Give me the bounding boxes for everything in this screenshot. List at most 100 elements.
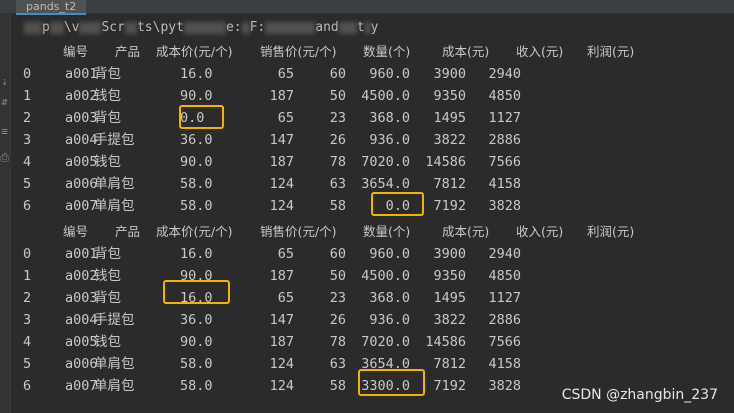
cell-price: 147	[269, 312, 294, 328]
path-fragment: and	[315, 20, 339, 35]
cell-id: a001	[65, 246, 98, 262]
cell-profit: 3828	[488, 378, 521, 394]
cell-total-cost: 7020.0	[361, 334, 410, 350]
cell-total-cost: 960.0	[369, 66, 410, 82]
cell-id: a004	[65, 132, 98, 148]
cell-product: 背包	[94, 246, 121, 262]
cell-profit: 1127	[488, 290, 521, 306]
cell-index: 3	[23, 132, 32, 148]
column-header: 成本价(元/个)	[156, 224, 233, 239]
cell-profit: 2940	[488, 66, 521, 82]
cell-price: 187	[269, 268, 294, 284]
cell-index: 0	[23, 66, 32, 82]
column-header: 数量(个)	[363, 224, 411, 239]
cell-income: 3900	[433, 246, 466, 262]
column-header: 收入(元)	[516, 44, 564, 59]
cell-qty: 63	[329, 176, 346, 192]
cell-income: 14586	[425, 154, 466, 170]
cell-index: 1	[23, 88, 32, 104]
redacted-segment	[364, 21, 371, 34]
cell-id: a003	[65, 290, 98, 306]
path-fragment: t	[356, 20, 365, 35]
column-header: 数量(个)	[363, 44, 411, 59]
cell-cost: 16.0	[180, 66, 213, 82]
cell-cost: 36.0	[180, 312, 213, 328]
cell-product: 手提包	[94, 312, 135, 328]
table-row: 4 a005 钱包 90.0 187 78 7020.0 14586 7566	[0, 331, 734, 353]
cell-id: a001	[65, 66, 98, 82]
path-fragment: ts\pyt	[136, 20, 184, 35]
cell-index: 5	[23, 356, 32, 372]
table-row: 6 a007 单肩包 58.0 124 58 0.0 7192 3828	[0, 195, 734, 217]
cell-price: 187	[269, 334, 294, 350]
cell-total-cost: 368.0	[369, 290, 410, 306]
table-row: 4 a005 钱包 90.0 187 78 7020.0 14586 7566	[0, 151, 734, 173]
cell-income: 3822	[433, 312, 466, 328]
column-header: 编号	[63, 224, 89, 239]
cell-profit: 4158	[488, 176, 521, 192]
cell-product: 钱包	[94, 154, 121, 170]
cell-profit: 7566	[488, 334, 521, 350]
table-row: 3 a004 手提包 36.0 147 26 936.0 3822 2886	[0, 129, 734, 151]
cell-product: 单肩包	[94, 356, 135, 372]
cell-qty: 23	[329, 290, 346, 306]
table-row: 3 a004 手提包 36.0 147 26 936.0 3822 2886	[0, 309, 734, 331]
cell-product: 背包	[94, 110, 121, 126]
redacted-segment	[24, 21, 42, 34]
cell-total-cost: 7020.0	[361, 154, 410, 170]
cell-income: 3900	[433, 66, 466, 82]
path-fragment: y	[370, 20, 379, 35]
cell-index: 0	[23, 246, 32, 262]
cell-qty: 78	[329, 154, 346, 170]
cell-qty: 50	[329, 88, 346, 104]
cell-index: 2	[23, 110, 32, 126]
path-fragment: p	[42, 20, 50, 35]
cell-price: 65	[277, 66, 294, 82]
cell-qty: 26	[329, 132, 346, 148]
tab-pands-t2[interactable]: pands_t2	[16, 0, 87, 15]
cell-id: a005	[65, 334, 98, 350]
cell-income: 1495	[433, 110, 466, 126]
cell-price: 187	[269, 154, 294, 170]
cell-income: 7812	[433, 356, 466, 372]
redacted-segment	[124, 21, 137, 34]
cell-cost: 16.0	[180, 246, 213, 262]
redacted-segment	[183, 21, 226, 34]
cell-id: a004	[65, 312, 98, 328]
redacted-segment	[265, 21, 316, 34]
cell-price: 187	[269, 88, 294, 104]
cell-product: 单肩包	[94, 378, 135, 394]
cell-profit: 1127	[488, 110, 521, 126]
cell-cost: 58.0	[180, 176, 213, 192]
column-header: 销售价(元/个)	[260, 224, 337, 239]
cell-product: 手提包	[94, 132, 135, 148]
table-header-row: 编号 产品 成本价(元/个) 销售价(元/个) 数量(个) 成本(元) 收入(元) 利润(元)	[0, 221, 734, 243]
run-console-output[interactable]: p \v Scr ts\pyt e: F: and t y 编号 产品 成本价(元/个) 销售价(元/…	[0, 14, 734, 413]
cell-profit: 3828	[488, 198, 521, 214]
table-row: 1 a002 钱包 90.0 187 50 4500.0 9350 4850	[0, 85, 734, 107]
cell-index: 2	[23, 290, 32, 306]
cell-index: 4	[23, 334, 32, 350]
path-fragment: \v	[63, 20, 80, 35]
cell-income: 3822	[433, 132, 466, 148]
redacted-segment	[79, 21, 102, 34]
cell-price: 147	[269, 132, 294, 148]
cell-index: 3	[23, 312, 32, 328]
column-header: 成本(元)	[442, 224, 490, 239]
cell-qty: 50	[329, 268, 346, 284]
cell-product: 单肩包	[94, 176, 135, 192]
cell-total-cost: 960.0	[369, 246, 410, 262]
cell-id: a005	[65, 154, 98, 170]
cell-qty: 78	[329, 334, 346, 350]
cell-price: 124	[269, 176, 294, 192]
column-header: 收入(元)	[516, 224, 564, 239]
cell-product: 钱包	[94, 88, 121, 104]
cell-cost: 58.0	[180, 198, 213, 214]
cell-total-cost: 936.0	[369, 312, 410, 328]
highlight-box	[163, 280, 230, 304]
cell-id: a003	[65, 110, 98, 126]
cell-id: a007	[65, 378, 98, 394]
cell-price: 124	[269, 198, 294, 214]
cell-id: a002	[65, 268, 98, 284]
column-header: 利润(元)	[587, 224, 635, 239]
